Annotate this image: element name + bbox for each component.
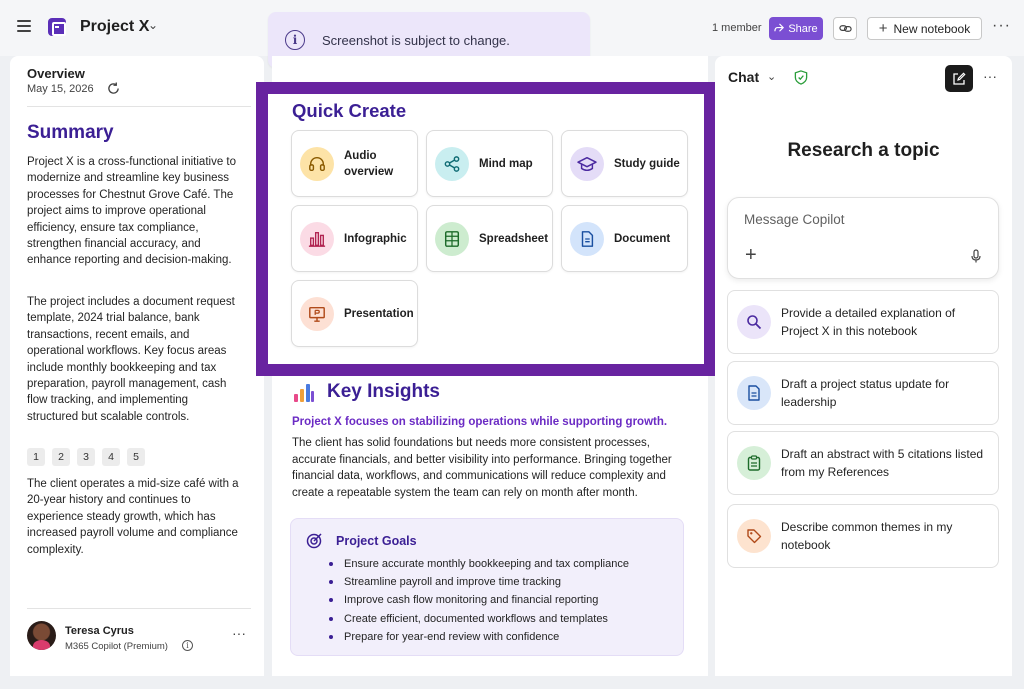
quick-create-label: Presentation [344,307,414,320]
link-icon [838,25,852,32]
quick-create-section: Quick Create Audio overview Mind map Stu… [256,82,716,376]
suggestion-card[interactable]: Provide a detailed explanation of Projec… [727,290,999,354]
quick-create-mind-map[interactable]: Mind map [426,130,553,197]
document-icon [737,376,771,410]
quick-create-label: Mind map [479,157,533,170]
share-label: Share [788,22,818,35]
plus-icon: + [878,20,888,37]
share-icon [774,23,785,32]
quick-create-label: Infographic [344,232,407,245]
copy-link-button[interactable] [833,17,857,40]
citation-chip[interactable]: 4 [102,448,120,466]
chevron-down-icon[interactable]: ⌄ [148,18,158,32]
bar-chart-icon [300,221,334,256]
graduation-cap-icon [570,146,604,181]
new-chat-button[interactable] [945,65,973,92]
quick-create-study-guide[interactable]: Study guide [561,130,688,197]
overview-title: Overview [27,66,85,81]
more-options-icon[interactable]: ··· [983,68,997,84]
refresh-icon[interactable] [107,82,120,95]
list-item: Create efficient, documented workflows a… [329,610,629,628]
chat-heading: Research a topic [787,140,940,161]
chat-title[interactable]: Chat [728,69,759,85]
project-title[interactable]: Project X [80,18,149,36]
quick-create-label: Spreadsheet [479,232,549,245]
suggestion-text: Provide a detailed explanation of Projec… [781,306,956,338]
citation-list: 1 2 3 4 5 [27,448,145,466]
new-notebook-label: New notebook [893,21,971,36]
divider [27,608,251,609]
notebook-app-icon [48,18,66,36]
message-composer: + [727,197,999,279]
message-input[interactable] [744,212,964,227]
citation-chip[interactable]: 3 [77,448,95,466]
project-goals-card: Project Goals Ensure accurate monthly bo… [290,518,684,656]
hamburger-menu-icon[interactable] [17,20,31,32]
list-item: Prepare for year-end review with confide… [329,628,629,646]
info-icon[interactable]: i [182,640,193,651]
more-options-icon[interactable]: ··· [992,17,1011,35]
citation-chip[interactable]: 2 [52,448,70,466]
summary-paragraph: Project X is a cross-functional initiati… [27,156,237,267]
microphone-icon[interactable] [971,249,981,263]
member-count[interactable]: 1 member [712,22,762,34]
notice-text: Screenshot is subject to change. [322,32,510,48]
suggestion-text: Draft an abstract with 5 citations liste… [781,447,984,479]
quick-create-label: Study guide [614,157,680,170]
target-icon [306,533,322,549]
summary-paragraph: The project includes a document request … [27,296,235,423]
user-name: Teresa Cyrus [65,625,134,637]
overview-panel: Overview May 15, 2026 Summary Project X … [10,56,264,676]
list-item: Streamline payroll and improve time trac… [329,573,629,591]
quick-create-title: Quick Create [292,100,407,121]
suggestion-card[interactable]: Draft an abstract with 5 citations liste… [727,431,999,495]
tag-icon [737,519,771,553]
list-item: Improve cash flow monitoring and financi… [329,591,629,609]
project-goals-list: Ensure accurate monthly bookkeeping and … [329,555,629,646]
summary-title: Summary [27,122,114,143]
bar-chart-icon [294,384,314,402]
chat-panel: Chat ⌄ ··· Research a topic + Provide a … [715,56,1012,676]
search-icon [737,305,771,339]
headphones-icon [300,146,334,181]
citation-chip[interactable]: 5 [127,448,145,466]
plus-icon[interactable]: + [745,244,757,267]
quick-create-document[interactable]: Document [561,205,688,272]
chevron-down-icon[interactable]: ⌄ [767,70,776,83]
compose-icon [953,71,966,85]
key-insights-subtitle: Project X focuses on stabilizing operati… [292,416,668,428]
document-icon [570,221,604,256]
citation-chip[interactable]: 1 [27,448,45,466]
quick-create-spreadsheet[interactable]: Spreadsheet [426,205,553,272]
quick-create-infographic[interactable]: Infographic [291,205,418,272]
new-notebook-button[interactable]: + New notebook [867,17,982,40]
divider [27,106,251,107]
quick-create-presentation[interactable]: Presentation [291,280,418,347]
share-button[interactable]: Share [769,17,823,40]
user-plan: M365 Copilot (Premium) [65,641,168,652]
quick-create-label: Document [614,232,671,245]
suggestion-card[interactable]: Describe common themes in my notebook [727,504,999,568]
suggestion-card[interactable]: Draft a project status update for leader… [727,361,999,425]
spreadsheet-icon [435,221,469,256]
quick-create-label: Audio overview [344,149,394,178]
clipboard-icon [737,446,771,480]
key-insights-title: Key Insights [327,381,440,402]
more-options-icon[interactable]: ··· [232,625,246,641]
suggestion-text: Draft a project status update for leader… [781,377,950,409]
shield-check-icon [794,70,808,85]
summary-paragraph: The client operates a mid-size café with… [27,478,239,556]
avatar[interactable] [27,621,56,650]
list-item: Ensure accurate monthly bookkeeping and … [329,555,629,573]
project-goals-title: Project Goals [336,534,417,548]
overview-date: May 15, 2026 [27,83,94,95]
quick-create-grid: Audio overview Mind map Study guide Info… [291,130,688,347]
presentation-icon [300,296,334,331]
suggestion-text: Describe common themes in my notebook [781,520,953,552]
info-icon: i [285,30,305,50]
share-nodes-icon [435,146,469,181]
key-insights-body: The client has solid foundations but nee… [292,437,672,499]
quick-create-audio-overview[interactable]: Audio overview [291,130,418,197]
